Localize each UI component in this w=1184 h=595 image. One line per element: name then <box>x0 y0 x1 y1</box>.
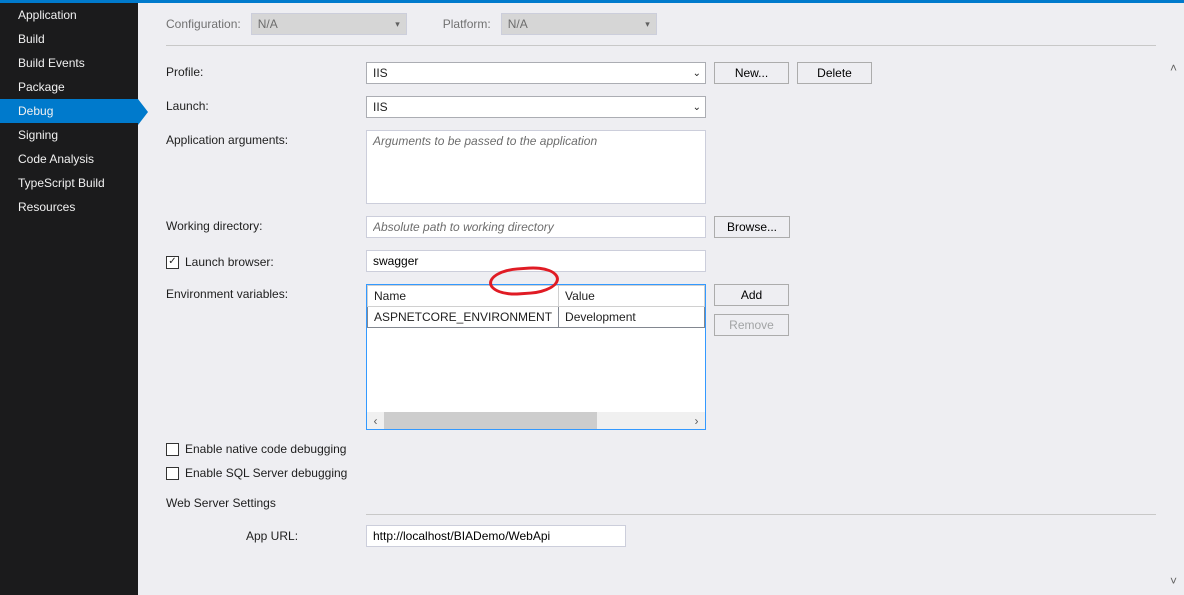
horizontal-scrollbar[interactable]: ‹ › <box>367 412 705 429</box>
content-pane: Configuration: N/A ▾ Platform: N/A ▾ Pro… <box>138 3 1184 595</box>
chevron-down-icon: ⌄ <box>693 102 701 113</box>
vertical-scrollbar[interactable]: ˄ ˅ <box>1165 59 1182 589</box>
platform-label: Platform: <box>443 17 491 31</box>
checkbox-icon <box>166 443 179 456</box>
platform-value: N/A <box>508 17 528 31</box>
profile-dropdown[interactable]: IIS ⌄ <box>366 62 706 84</box>
sidebar-item-label: Debug <box>18 104 53 118</box>
app-url-input[interactable] <box>366 525 626 547</box>
sidebar-item-label: Signing <box>18 128 58 142</box>
env-col-name: Name <box>368 286 559 307</box>
checkbox-icon <box>166 467 179 480</box>
launch-browser-input[interactable] <box>366 250 706 272</box>
profile-value: IIS <box>373 66 388 80</box>
app-args-input[interactable] <box>366 130 706 204</box>
app-args-label: Application arguments: <box>166 130 366 147</box>
sidebar-item-label: Application <box>18 8 77 22</box>
configuration-dropdown: N/A ▾ <box>251 13 407 35</box>
env-row-value: Development <box>559 307 705 328</box>
scroll-up-icon[interactable]: ˄ <box>1165 59 1182 76</box>
web-server-settings-title: Web Server Settings <box>166 496 1156 510</box>
working-directory-input[interactable] <box>366 216 706 238</box>
sidebar-item-debug[interactable]: Debug <box>0 99 138 123</box>
sidebar-item-label: Build Events <box>18 56 85 70</box>
sidebar-item-typescript-build[interactable]: TypeScript Build <box>0 171 138 195</box>
launch-browser-checkbox[interactable]: ✓ Launch browser: <box>166 255 274 269</box>
sidebar-item-label: TypeScript Build <box>18 176 105 190</box>
configuration-value: N/A <box>258 17 278 31</box>
env-col-value: Value <box>559 286 705 307</box>
enable-native-label: Enable native code debugging <box>185 442 346 456</box>
configuration-label: Configuration: <box>166 17 241 31</box>
sidebar: Application Build Build Events Package D… <box>0 3 138 595</box>
sidebar-item-label: Resources <box>18 200 75 214</box>
launch-browser-label: Launch browser: <box>185 255 274 269</box>
table-row[interactable]: ASPNETCORE_ENVIRONMENT Development <box>368 307 705 328</box>
scroll-down-icon[interactable]: ˅ <box>1165 572 1182 589</box>
sidebar-item-label: Code Analysis <box>18 152 94 166</box>
sidebar-item-build-events[interactable]: Build Events <box>0 51 138 75</box>
enable-sqlserver-label: Enable SQL Server debugging <box>185 466 347 480</box>
launch-value: IIS <box>373 100 388 114</box>
chevron-down-icon: ▾ <box>395 19 400 30</box>
env-vars-table[interactable]: Name Value ASPNETCORE_ENVIRONMENT Develo… <box>366 284 706 430</box>
platform-dropdown: N/A ▾ <box>501 13 657 35</box>
scroll-right-icon[interactable]: › <box>688 412 705 429</box>
chevron-down-icon: ⌄ <box>693 68 701 79</box>
sidebar-item-code-analysis[interactable]: Code Analysis <box>0 147 138 171</box>
launch-dropdown[interactable]: IIS ⌄ <box>366 96 706 118</box>
app-url-label: App URL: <box>246 529 366 543</box>
sidebar-item-application[interactable]: Application <box>0 3 138 27</box>
scroll-left-icon[interactable]: ‹ <box>367 412 384 429</box>
sidebar-item-build[interactable]: Build <box>0 27 138 51</box>
sidebar-item-package[interactable]: Package <box>0 75 138 99</box>
enable-native-debugging-checkbox[interactable]: Enable native code debugging <box>166 442 346 456</box>
env-vars-label: Environment variables: <box>166 284 366 301</box>
launch-label: Launch: <box>166 96 366 113</box>
checkbox-icon: ✓ <box>166 256 179 269</box>
enable-sqlserver-debugging-checkbox[interactable]: Enable SQL Server debugging <box>166 466 347 480</box>
env-row-name: ASPNETCORE_ENVIRONMENT <box>368 307 559 328</box>
sidebar-item-signing[interactable]: Signing <box>0 123 138 147</box>
working-directory-label: Working directory: <box>166 216 366 233</box>
chevron-down-icon: ▾ <box>645 19 650 30</box>
new-button[interactable]: New... <box>714 62 789 84</box>
remove-button: Remove <box>714 314 789 336</box>
browse-button[interactable]: Browse... <box>714 216 790 238</box>
profile-label: Profile: <box>166 62 366 79</box>
sidebar-item-resources[interactable]: Resources <box>0 195 138 219</box>
add-button[interactable]: Add <box>714 284 789 306</box>
sidebar-item-label: Package <box>18 80 65 94</box>
sidebar-item-label: Build <box>18 32 45 46</box>
delete-button[interactable]: Delete <box>797 62 872 84</box>
